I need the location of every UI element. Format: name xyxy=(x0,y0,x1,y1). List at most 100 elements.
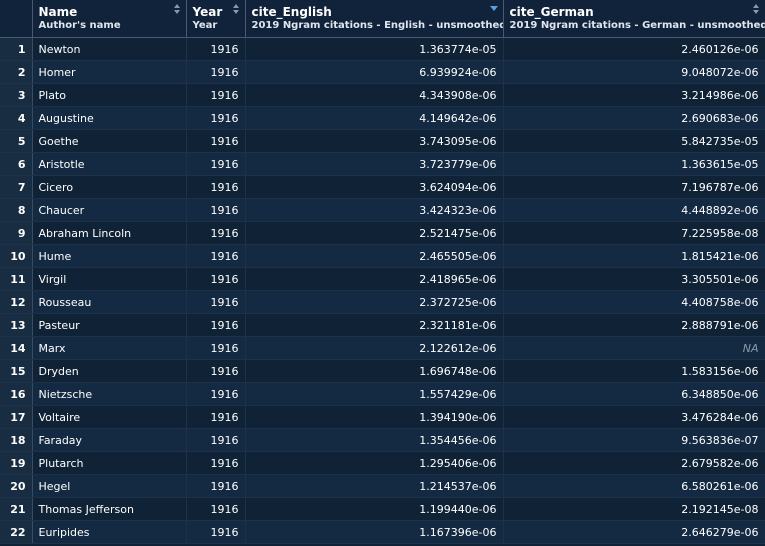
cell-cite-english: 3.723779e-06 xyxy=(245,152,504,176)
row-index: 16 xyxy=(0,382,33,406)
cell-name: Plato xyxy=(32,83,187,107)
table-row[interactable]: 20 Hegel 1916 1.214537e-06 6.580261e-06 xyxy=(0,474,765,498)
sort-arrows-icon[interactable] xyxy=(752,4,760,16)
cell-name: Augustine xyxy=(32,106,187,130)
row-index: 15 xyxy=(0,359,33,383)
cell-cite-german: 6.348850e-06 xyxy=(503,382,765,406)
cell-year: 1916 xyxy=(186,198,246,222)
cell-cite-english: 1.167396e-06 xyxy=(245,520,504,544)
cell-cite-german: 9.563836e-07 xyxy=(503,428,765,452)
table-row[interactable]: 4 Augustine 1916 4.149642e-06 2.690683e-06 xyxy=(0,106,765,130)
cell-cite-german: 2.460126e-06 xyxy=(503,37,765,61)
sort-arrows-icon[interactable] xyxy=(232,4,240,16)
cell-cite-english: 2.465505e-06 xyxy=(245,244,504,268)
cell-name: Newton xyxy=(32,37,187,61)
table-row[interactable]: 9 Abraham Lincoln 1916 2.521475e-06 7.225958… xyxy=(0,221,765,245)
cell-cite-german: 2.679582e-06 xyxy=(503,451,765,475)
column-title: cite_German xyxy=(509,5,594,19)
table-row[interactable]: 8 Chaucer 1916 3.424323e-06 4.448892e-06 xyxy=(0,198,765,222)
table-row[interactable]: 3 Plato 1916 4.343908e-06 3.214986e-06 xyxy=(0,83,765,107)
cell-cite-english: 6.939924e-06 xyxy=(245,60,504,84)
row-index: 5 xyxy=(0,129,33,153)
cell-cite-english: 1.354456e-06 xyxy=(245,428,504,452)
cell-cite-english: 1.214537e-06 xyxy=(245,474,504,498)
cell-name: Chaucer xyxy=(32,198,187,222)
cell-year: 1916 xyxy=(186,60,246,84)
cell-name: Faraday xyxy=(32,428,187,452)
cell-name: Voltaire xyxy=(32,405,187,429)
row-index: 10 xyxy=(0,244,33,268)
table-row[interactable]: 19 Plutarch 1916 1.295406e-06 2.679582e-06 xyxy=(0,451,765,475)
cell-year: 1916 xyxy=(186,313,246,337)
cell-year: 1916 xyxy=(186,359,246,383)
table-row[interactable]: 12 Rousseau 1916 2.372725e-06 4.408758e-06 xyxy=(0,290,765,314)
column-title: Name xyxy=(38,5,78,19)
cell-cite-german: 2.646279e-06 xyxy=(503,520,765,544)
table-row[interactable]: 13 Pasteur 1916 2.321181e-06 2.888791e-06 xyxy=(0,313,765,337)
cell-name: Marx xyxy=(32,336,187,360)
row-index: 7 xyxy=(0,175,33,199)
row-index: 2 xyxy=(0,60,33,84)
cell-name: Aristotle xyxy=(32,152,187,176)
cell-name: Hegel xyxy=(32,474,187,498)
cell-year: 1916 xyxy=(186,382,246,406)
cell-name: Goethe xyxy=(32,129,187,153)
cell-year: 1916 xyxy=(186,83,246,107)
cell-year: 1916 xyxy=(186,451,246,475)
row-index: 18 xyxy=(0,428,33,452)
cell-name: Virgil xyxy=(32,267,187,291)
table-row[interactable]: 15 Dryden 1916 1.696748e-06 1.583156e-06 xyxy=(0,359,765,383)
row-index: 19 xyxy=(0,451,33,475)
table-row[interactable]: 14 Marx 1916 2.122612e-06 NA xyxy=(0,336,765,360)
row-index: 17 xyxy=(0,405,33,429)
column-header-cite-english[interactable]: cite_English 2019 Ngram citations - Engl… xyxy=(245,0,504,38)
column-header-year[interactable]: Year Year xyxy=(186,0,246,38)
row-index: 1 xyxy=(0,37,33,61)
cell-cite-german: 5.842735e-05 xyxy=(503,129,765,153)
table-row[interactable]: 17 Voltaire 1916 1.394190e-06 3.476284e-06 xyxy=(0,405,765,429)
cell-year: 1916 xyxy=(186,106,246,130)
table-row[interactable]: 5 Goethe 1916 3.743095e-06 5.842735e-05 xyxy=(0,129,765,153)
table-row[interactable]: 16 Nietzsche 1916 1.557429e-06 6.348850e-06 xyxy=(0,382,765,406)
cell-year: 1916 xyxy=(186,244,246,268)
column-subtitle: 2019 Ngram citations - English - unsmoot… xyxy=(251,20,503,31)
cell-cite-english: 1.295406e-06 xyxy=(245,451,504,475)
cell-year: 1916 xyxy=(186,428,246,452)
column-subtitle: 2019 Ngram citations - German - unsmooth… xyxy=(509,20,765,31)
column-header-name[interactable]: Name Author's name xyxy=(32,0,187,38)
table-row[interactable]: 7 Cicero 1916 3.624094e-06 7.196787e-06 xyxy=(0,175,765,199)
row-index: 8 xyxy=(0,198,33,222)
table-row[interactable]: 22 Euripides 1916 1.167396e-06 2.646279e-06 xyxy=(0,520,765,544)
table-row[interactable]: 10 Hume 1916 2.465505e-06 1.815421e-06 xyxy=(0,244,765,268)
cell-cite-english: 1.199440e-06 xyxy=(245,497,504,521)
cell-name: Nietzsche xyxy=(32,382,187,406)
cell-year: 1916 xyxy=(186,520,246,544)
table-row[interactable]: 11 Virgil 1916 2.418965e-06 3.305501e-06 xyxy=(0,267,765,291)
cell-name: Abraham Lincoln xyxy=(32,221,187,245)
table-header: Name Author's name Year Year cite_Englis… xyxy=(0,0,765,38)
table-row[interactable]: 21 Thomas Jefferson 1916 1.199440e-06 2.1921… xyxy=(0,497,765,521)
cell-cite-english: 3.743095e-06 xyxy=(245,129,504,153)
row-index: 21 xyxy=(0,497,33,521)
table-row[interactable]: 6 Aristotle 1916 3.723779e-06 1.363615e-05 xyxy=(0,152,765,176)
cell-name: Hume xyxy=(32,244,187,268)
cell-name: Dryden xyxy=(32,359,187,383)
column-header-cite-german[interactable]: cite_German 2019 Ngram citations - Germa… xyxy=(503,0,765,38)
table-body: 1 Newton 1916 1.363774e-05 2.460126e-06 2 Home… xyxy=(0,37,765,544)
cell-year: 1916 xyxy=(186,267,246,291)
cell-cite-german: 3.305501e-06 xyxy=(503,267,765,291)
cell-cite-german: 1.363615e-05 xyxy=(503,152,765,176)
row-index: 14 xyxy=(0,336,33,360)
table-row[interactable]: 1 Newton 1916 1.363774e-05 2.460126e-06 xyxy=(0,37,765,61)
cell-name: Euripides xyxy=(32,520,187,544)
cell-year: 1916 xyxy=(186,336,246,360)
cell-cite-german: 2.888791e-06 xyxy=(503,313,765,337)
cell-cite-english: 1.363774e-05 xyxy=(245,37,504,61)
sort-descending-icon[interactable] xyxy=(489,6,498,11)
table-row[interactable]: 18 Faraday 1916 1.354456e-06 9.563836e-07 xyxy=(0,428,765,452)
data-table: Name Author's name Year Year cite_Englis… xyxy=(0,0,765,544)
cell-year: 1916 xyxy=(186,221,246,245)
cell-name: Rousseau xyxy=(32,290,187,314)
sort-arrows-icon[interactable] xyxy=(173,4,181,16)
table-row[interactable]: 2 Homer 1916 6.939924e-06 9.048072e-06 xyxy=(0,60,765,84)
